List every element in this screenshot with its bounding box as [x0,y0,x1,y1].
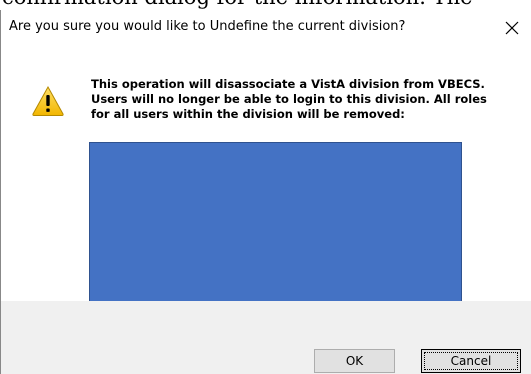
dialog-footer: OK Cancel [1,301,531,374]
cancel-button[interactable]: Cancel [421,349,521,373]
dialog-title: Are you sure you would like to Undefine … [9,19,406,34]
message-line: for all users within the division will b… [91,107,405,121]
close-button[interactable] [497,14,527,42]
background-document-text: confirmation dialog for the information.… [2,0,473,9]
dialog-content: This operation will disassociate a VistA… [1,48,531,302]
message-line: Users will no longer be able to login to… [91,92,487,106]
close-icon [505,21,519,35]
screen: confirmation dialog for the information.… [0,0,531,374]
ok-button[interactable]: OK [314,349,395,373]
division-detail-box [89,142,462,302]
dialog-titlebar: Are you sure you would like to Undefine … [1,10,531,48]
warning-icon [32,85,64,116]
confirmation-dialog: Are you sure you would like to Undefine … [0,10,531,374]
dialog-message: This operation will disassociate a VistA… [91,77,511,122]
message-line: This operation will disassociate a VistA… [91,77,485,91]
